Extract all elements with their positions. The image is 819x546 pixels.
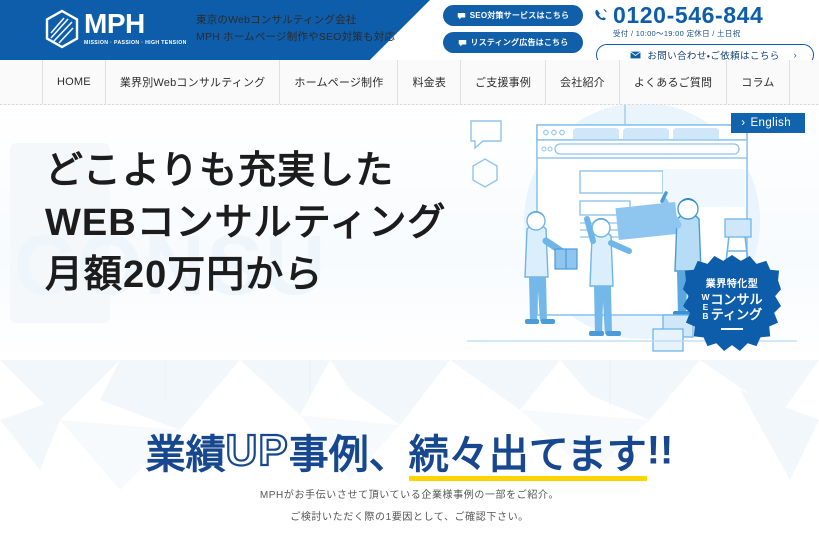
hero-headline: どこよりも充実した WEBコンサルティング 月額20万円から bbox=[45, 145, 446, 301]
site-logo[interactable]: MPH MISSION · PASSION · HIGH TENSION bbox=[44, 9, 187, 49]
banner-heading-up: UP bbox=[225, 425, 289, 476]
english-language-button[interactable]: › English bbox=[731, 113, 805, 133]
header-description-line2: MPH ホームページ制作やSEO対策も対応 bbox=[196, 31, 396, 43]
banner-subtext-line1: MPHがお手伝いさせて頂いている企業様事例の一部をご紹介。 bbox=[259, 490, 560, 501]
badge-divider bbox=[721, 328, 743, 330]
badge-letter-b: B bbox=[702, 311, 709, 322]
nav-item-industry-web-consulting[interactable]: 業界別Webコンサルティング bbox=[104, 60, 280, 104]
listing-ads-button-label: リスティング広告はこちら bbox=[470, 38, 569, 47]
site-header: MPH MISSION · PASSION · HIGH TENSION 東京の… bbox=[0, 0, 819, 60]
banner-subtext: MPHがお手伝いさせて頂いている企業様事例の一部をご紹介。 ご検討いただく際の1… bbox=[0, 485, 819, 529]
speech-bubble-icon bbox=[457, 12, 465, 19]
english-language-label: English bbox=[750, 117, 791, 129]
hero-section: CONSU どこよりも充実した WEBコンサルティング 月額20万円から › E… bbox=[0, 105, 819, 360]
results-banner-section: 業績UP事例、続々出てます!! MPHがお手伝いさせて頂いている企業様事例の一部… bbox=[0, 360, 819, 546]
nav-item-pricing[interactable]: 料金表 bbox=[397, 60, 460, 104]
phone-icon bbox=[595, 9, 607, 21]
logo-tagline: MISSION · PASSION · HIGH TENSION bbox=[84, 40, 187, 46]
badge-kana-line2: ティング bbox=[710, 306, 763, 322]
banner-heading-end: !! bbox=[646, 428, 674, 473]
seo-service-button[interactable]: SEO対策サービスはこちら bbox=[443, 5, 583, 26]
badge-top-label: 業界特化型 bbox=[705, 279, 759, 290]
contact-inquiry-button[interactable]: お問い合わせ・ご依頼はこちら › bbox=[596, 44, 814, 60]
header-description-line1: 東京のWebコンサルティング会社 bbox=[196, 14, 357, 26]
contact-inquiry-label: お問い合わせ・ご依頼はこちら bbox=[647, 51, 780, 60]
nav-item-column[interactable]: コラム bbox=[726, 60, 790, 104]
chevron-right-icon: › bbox=[793, 50, 797, 60]
seo-service-button-label: SEO対策サービスはこちら bbox=[469, 11, 570, 20]
header-contact-group: 0120-546-844 受付 / 10:00〜19:00 定休日 / 土日祝 … bbox=[593, 3, 817, 60]
badge-kana-line1: コンサル bbox=[710, 292, 763, 307]
banner-subtext-line2: ご検討いただく際の1要因として、ご確認下さい。 bbox=[290, 512, 529, 523]
hero-headline-line2: WEBコンサルティング bbox=[45, 202, 447, 244]
hero-headline-line1: どこよりも充実した bbox=[45, 150, 395, 192]
badge-kana-lines: コンサル ティング bbox=[710, 292, 763, 322]
speech-bubble-icon bbox=[458, 39, 466, 46]
chevron-right-icon: › bbox=[741, 117, 746, 129]
page-root: MPH MISSION · PASSION · HIGH TENSION 東京の… bbox=[0, 0, 819, 546]
header-cta-group: SEO対策サービスはこちら リスティング広告はこちら bbox=[443, 5, 583, 53]
listing-ads-button[interactable]: リスティング広告はこちら bbox=[443, 32, 583, 53]
hexagon-logo-icon bbox=[45, 9, 79, 49]
mail-icon bbox=[630, 51, 642, 59]
banner-heading-part2: 事例、 bbox=[288, 433, 409, 477]
phone-number: 0120-546-844 bbox=[613, 2, 764, 28]
banner-heading-highlight: 続々出てます bbox=[408, 422, 647, 481]
banner-heading: 業績UP事例、続々出てます!! bbox=[0, 422, 819, 481]
hero-headline-line3: 月額20万円から bbox=[45, 254, 324, 296]
badge-middle: W E B コンサル ティング bbox=[701, 292, 763, 322]
phone-number-row[interactable]: 0120-546-844 bbox=[593, 3, 817, 27]
nav-item-case-studies[interactable]: ご支援事例 bbox=[460, 60, 545, 104]
header-description: 東京のWebコンサルティング会社 MPH ホームページ制作やSEO対策も対応 bbox=[196, 12, 395, 46]
logo-wordmark: MPH bbox=[84, 8, 145, 39]
nav-item-company[interactable]: 会社紹介 bbox=[545, 60, 619, 104]
main-navigation: HOME 業界別Webコンサルティング ホームページ制作 料金表 ご支援事例 会… bbox=[0, 60, 819, 107]
nav-item-faq[interactable]: よくあるご質問 bbox=[618, 60, 726, 104]
business-hours: 受付 / 10:00〜19:00 定休日 / 土日祝 bbox=[613, 29, 741, 38]
nav-item-homepage-production[interactable]: ホームページ制作 bbox=[279, 60, 397, 104]
nav-item-home[interactable]: HOME bbox=[42, 60, 105, 104]
badge-web-letters: W E B bbox=[701, 293, 709, 322]
banner-heading-part1: 業績 bbox=[145, 433, 226, 477]
